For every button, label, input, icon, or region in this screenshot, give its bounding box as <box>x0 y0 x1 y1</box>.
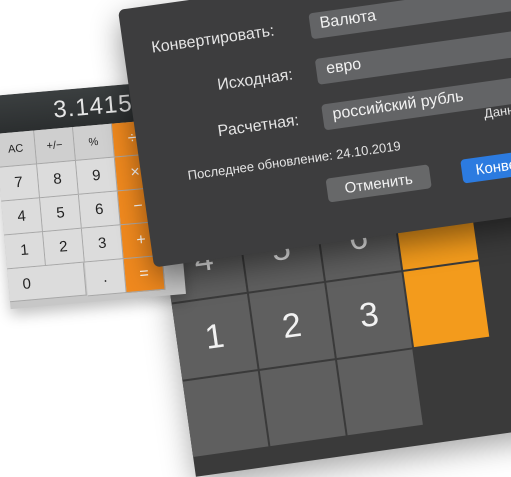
plus-minus-button[interactable]: +/− <box>34 127 76 165</box>
key-3[interactable]: 3 <box>326 272 413 359</box>
key-0[interactable]: 0 <box>7 262 87 303</box>
key-2[interactable]: 2 <box>43 228 85 266</box>
cancel-button[interactable]: Отменить <box>325 164 432 203</box>
convert-label: Конвертировать: <box>150 22 276 57</box>
key-5[interactable]: 5 <box>40 194 82 233</box>
source-label: Исходная: <box>216 66 294 94</box>
target-label: Расчетная: <box>216 111 301 141</box>
key-4[interactable]: 4 <box>1 198 44 236</box>
operator-key[interactable] <box>403 261 490 348</box>
key-1[interactable]: 1 <box>4 232 47 270</box>
key-bottom[interactable] <box>182 371 269 457</box>
percent-button[interactable]: % <box>73 123 115 161</box>
key-bottom[interactable] <box>259 360 346 447</box>
key-bottom[interactable] <box>337 349 423 436</box>
key-2[interactable]: 2 <box>248 283 335 369</box>
convert-type-select[interactable]: Валюта <box>308 0 511 40</box>
key-3[interactable]: 3 <box>81 225 124 263</box>
key-9[interactable]: 9 <box>75 157 118 195</box>
key-6[interactable]: 6 <box>78 191 121 229</box>
key-7[interactable]: 7 <box>0 164 41 202</box>
convert-button[interactable]: Конве <box>460 143 511 184</box>
key-8[interactable]: 8 <box>37 160 79 199</box>
key-1[interactable]: 1 <box>171 293 258 380</box>
ac-button[interactable]: AC <box>0 130 38 168</box>
decimal-button[interactable]: . <box>84 259 127 297</box>
data-link[interactable]: Данн <box>483 102 511 121</box>
